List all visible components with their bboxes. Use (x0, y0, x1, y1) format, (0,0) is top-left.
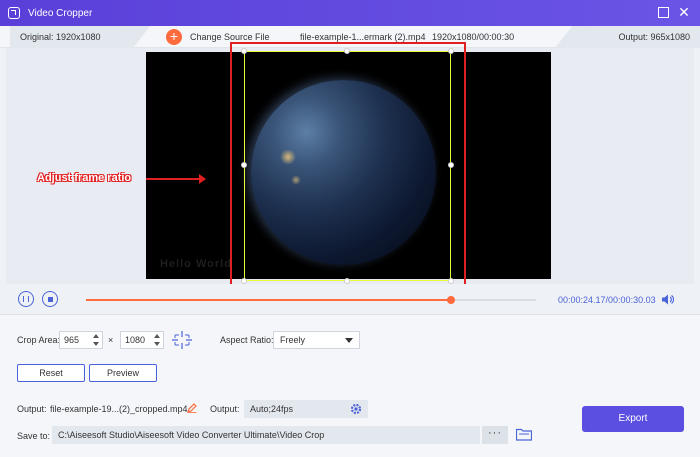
playback-time: 00:00:24.17/00:00:30.03 (558, 295, 656, 305)
crop-height-input[interactable]: 1080 (120, 331, 164, 349)
crop-width-stepper[interactable] (93, 333, 100, 347)
add-source-icon[interactable]: + (166, 29, 182, 45)
folder-icon[interactable] (516, 428, 532, 441)
volume-icon[interactable] (662, 294, 674, 305)
progress-handle[interactable] (446, 296, 455, 304)
edit-icon[interactable] (187, 403, 197, 413)
close-icon[interactable]: ✕ (678, 5, 690, 19)
crop-width-value: 965 (64, 335, 80, 345)
gear-icon[interactable] (350, 403, 362, 415)
playback-controls: 00:00:24.17/00:00:30.03 (0, 284, 700, 314)
progress-fill (86, 299, 451, 301)
crop-height-value: 1080 (125, 335, 146, 345)
aspect-ratio-select[interactable]: Freely (273, 331, 360, 349)
output-settings-value: Auto;24fps (250, 404, 294, 414)
maximize-icon[interactable] (657, 6, 669, 18)
annotation-arrow (146, 174, 206, 184)
output-settings-label: Output: (210, 404, 240, 414)
save-to-label: Save to: (17, 431, 51, 441)
output-label: Output: (17, 404, 47, 414)
pause-icon[interactable] (18, 291, 34, 307)
title-bar: Video Cropper ✕ (0, 0, 700, 26)
aspect-ratio-label: Aspect Ratio: (220, 335, 274, 345)
video-watermark: Hello World (160, 258, 232, 270)
crop-area-label: Crop Area: (17, 335, 61, 345)
progress-track[interactable] (86, 296, 536, 304)
center-crop-icon[interactable] (171, 330, 193, 350)
output-filename: file-example-19...(2)_cropped.mp4 (50, 404, 188, 414)
preview-button[interactable]: Preview (89, 364, 157, 382)
times-sign: × (108, 335, 114, 345)
stop-icon[interactable] (42, 291, 58, 307)
save-path-field[interactable]: C:\Aiseesoft Studio\Aiseesoft Video Conv… (52, 426, 480, 444)
output-settings-field[interactable]: Auto;24fps (244, 400, 368, 418)
output-resolution: Output: 965x1080 (555, 26, 700, 48)
reset-button[interactable]: Reset (17, 364, 85, 382)
export-button[interactable]: Export (582, 406, 684, 432)
crop-width-input[interactable]: 965 (59, 331, 103, 349)
app-logo-icon (8, 7, 20, 19)
highlight-box (230, 42, 466, 293)
annotation-text: Adjust frame ratio (37, 172, 132, 184)
original-resolution: Original: 1920x1080 (10, 26, 150, 48)
browse-button[interactable]: ··· (482, 426, 508, 444)
crop-height-stepper[interactable] (154, 333, 161, 347)
window-title: Video Cropper (28, 7, 93, 19)
